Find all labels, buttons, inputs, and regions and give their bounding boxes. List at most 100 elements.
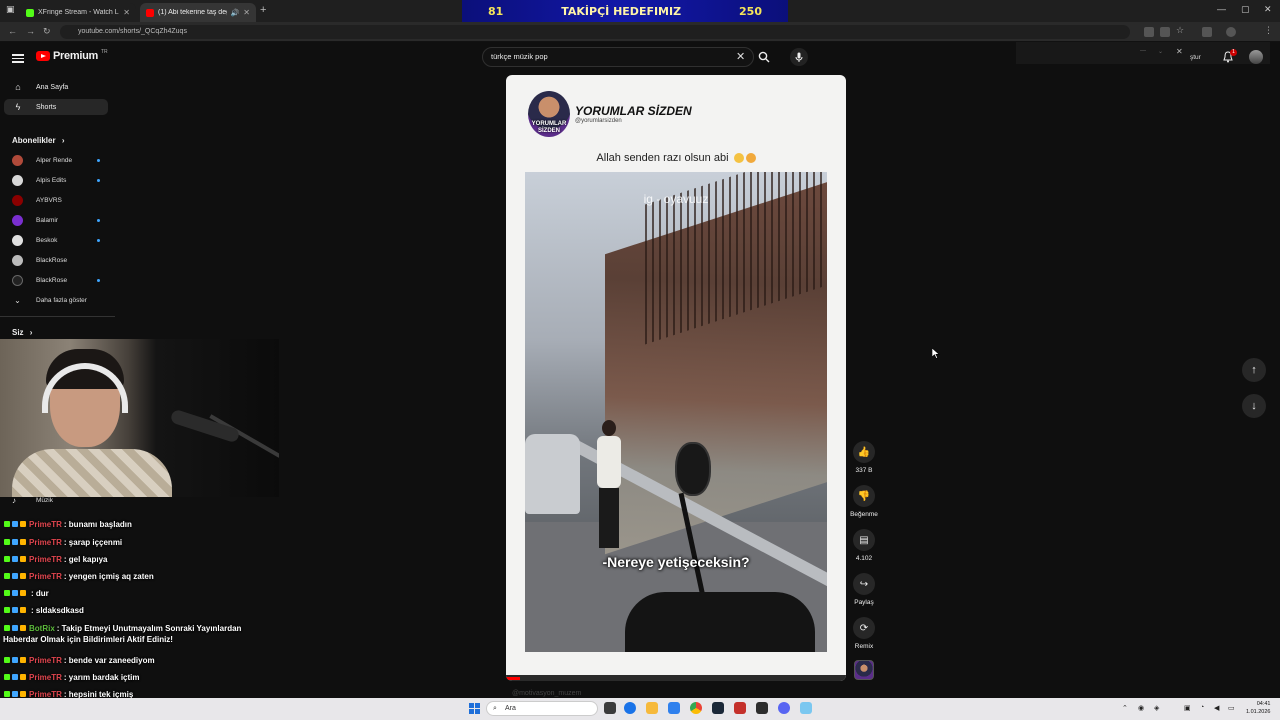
task-view-icon[interactable]: [604, 702, 616, 714]
account-avatar[interactable]: [1249, 50, 1263, 64]
battery-icon[interactable]: ▭: [1228, 704, 1235, 712]
steam-icon[interactable]: [712, 702, 724, 714]
tray-app-icon[interactable]: ▣: [1184, 704, 1191, 712]
chat-message: PrimeTR: bende var zaneediyom: [4, 653, 155, 667]
chat-username[interactable]: PrimeTR: [29, 656, 62, 665]
forward-icon[interactable]: →: [26, 26, 35, 36]
chat-username[interactable]: PrimeTR: [29, 572, 62, 581]
progress-fill: [506, 677, 520, 680]
voice-search-button[interactable]: [790, 48, 808, 66]
chat-username[interactable]: PrimeTR: [29, 673, 62, 682]
microphone-icon: [169, 408, 241, 444]
chat-username[interactable]: PrimeTR: [29, 520, 62, 529]
app-icon[interactable]: [756, 702, 768, 714]
edge-icon[interactable]: [624, 702, 636, 714]
like-button[interactable]: 👍 337 B: [844, 441, 884, 474]
video-person: [593, 420, 625, 550]
popup-chevron-icon[interactable]: ⌄: [1158, 48, 1163, 55]
chrome-icon[interactable]: [690, 702, 702, 714]
file-explorer-icon[interactable]: [646, 702, 658, 714]
sidebar-sub-item[interactable]: Beskok: [4, 232, 108, 248]
chat-message: PrimeTR: bunamı başladın: [4, 517, 132, 531]
create-button[interactable]: ştur: [1190, 54, 1201, 61]
tab-kick-stream[interactable]: XFringe Stream - Watch Live on ✕: [20, 3, 136, 22]
comments-button[interactable]: ▤ 4.102: [844, 529, 884, 562]
chat-username[interactable]: PrimeTR: [29, 538, 62, 547]
subscriptions-header[interactable]: Abonelikler ›: [12, 136, 64, 145]
close-window-icon[interactable]: ✕: [1264, 4, 1272, 15]
sound-thumbnail[interactable]: [854, 660, 874, 680]
new-tab-icon[interactable]: +: [260, 4, 266, 16]
store-icon[interactable]: [668, 702, 680, 714]
chat-username[interactable]: BotRix: [29, 624, 55, 633]
chat-username[interactable]: PrimeTR: [29, 555, 62, 564]
tab-youtube-short[interactable]: (1) Abi tekerine taş değmesin 🔊 ✕: [140, 3, 256, 22]
video-progress-bar[interactable]: [506, 675, 846, 681]
chat-text: : sldaksdkasd: [31, 605, 84, 615]
reload-icon[interactable]: ↻: [43, 26, 51, 37]
avatar: [12, 194, 23, 206]
kebab-menu-icon[interactable]: ⋮: [1264, 25, 1273, 36]
shorts-icon: ϟ: [15, 102, 21, 112]
close-icon[interactable]: ✕: [243, 8, 250, 17]
app-icon[interactable]: [800, 702, 812, 714]
search-icon[interactable]: [758, 51, 770, 63]
chat-message: BotRix: Takip Etmeyi Unutmayalım Sonraki…: [4, 621, 241, 635]
minimize-icon[interactable]: —: [1217, 4, 1226, 14]
sad-emoji-icon: [733, 153, 744, 164]
taskbar-search[interactable]: ⌕ Ara: [486, 701, 598, 716]
cast-icon[interactable]: [1144, 27, 1154, 37]
tray-app-icon[interactable]: ◈: [1154, 704, 1159, 712]
sidebar-item-home[interactable]: ⌂ Ana Sayfa: [4, 79, 108, 95]
windows-start-icon[interactable]: [469, 703, 480, 714]
you-header[interactable]: Siz ›: [12, 328, 32, 337]
volume-icon[interactable]: ◀: [1214, 704, 1219, 712]
sidebar-sub-item[interactable]: Balamir: [4, 212, 108, 228]
badge-icon: [20, 521, 26, 527]
sidebar-item-music[interactable]: Müzik: [36, 497, 53, 504]
wifi-icon[interactable]: ◔: [1200, 704, 1204, 711]
share-button[interactable]: ↪ Paylaş: [844, 573, 884, 606]
hamburger-menu-icon[interactable]: [12, 52, 24, 64]
sidebar-sub-item[interactable]: BlackRose: [4, 252, 108, 268]
badge-icon: [4, 539, 10, 545]
remix-button[interactable]: ⟳ Remix: [844, 617, 884, 650]
show-more-button[interactable]: ⌄ Daha fazla göster: [4, 292, 108, 308]
next-short-button[interactable]: ↓: [1242, 394, 1266, 418]
music-icon[interactable]: ♪: [12, 496, 16, 505]
popup-minimize-icon[interactable]: —: [1140, 48, 1146, 54]
dislike-button[interactable]: 👎 Beğenme: [844, 485, 884, 518]
star-icon[interactable]: ☆: [1176, 25, 1184, 36]
channel-avatar[interactable]: YORUMLAR SİZDEN: [528, 91, 570, 137]
clear-search-icon[interactable]: ✕: [736, 50, 745, 63]
sidebar-item-shorts[interactable]: ϟ Shorts: [4, 99, 108, 115]
maximize-icon[interactable]: ▢: [1241, 4, 1250, 15]
speaker-icon[interactable]: 🔊: [231, 9, 240, 17]
close-icon[interactable]: ✕: [123, 8, 130, 17]
discord-icon[interactable]: [778, 702, 790, 714]
back-icon[interactable]: ←: [8, 26, 17, 36]
sidebar-sub-item[interactable]: AYBVRS: [4, 192, 108, 208]
short-player[interactable]: YORUMLAR SİZDEN YORUMLAR SİZDEN @yorumla…: [506, 75, 846, 681]
extension-icon[interactable]: [1160, 27, 1170, 37]
badge-icon: [12, 521, 18, 527]
clock-time: 04:41: [1256, 701, 1271, 707]
url-input[interactable]: youtube.com/shorts/_QCqZh4Zuqs: [60, 25, 1130, 39]
sidebar-sub-item[interactable]: Alper Rende: [4, 152, 108, 168]
puzzle-icon[interactable]: [1202, 27, 1212, 37]
taskbar-clock[interactable]: 04:41 1.01.2026: [1246, 700, 1270, 716]
badge-icon: [4, 573, 10, 579]
youtube-logo[interactable]: Premium TR: [36, 49, 108, 62]
previous-short-button[interactable]: ↑: [1242, 358, 1266, 382]
video-motorcycle: [625, 442, 827, 652]
popup-close-icon[interactable]: ✕: [1176, 47, 1183, 56]
search-input[interactable]: türkçe müzik pop: [482, 47, 754, 67]
sidebar-sub-item[interactable]: BlackRose: [4, 272, 108, 288]
video-frame[interactable]: ig - oyavuuz -Nereye yetişeceksin?: [525, 172, 827, 652]
app-icon[interactable]: [734, 702, 746, 714]
badge-icon: [20, 674, 26, 680]
sidebar-sub-item[interactable]: Alpis Edits: [4, 172, 108, 188]
tray-chevron-icon[interactable]: ⌃: [1122, 704, 1128, 712]
profile-icon[interactable]: [1226, 27, 1236, 37]
tray-app-icon[interactable]: ◉: [1138, 704, 1144, 712]
